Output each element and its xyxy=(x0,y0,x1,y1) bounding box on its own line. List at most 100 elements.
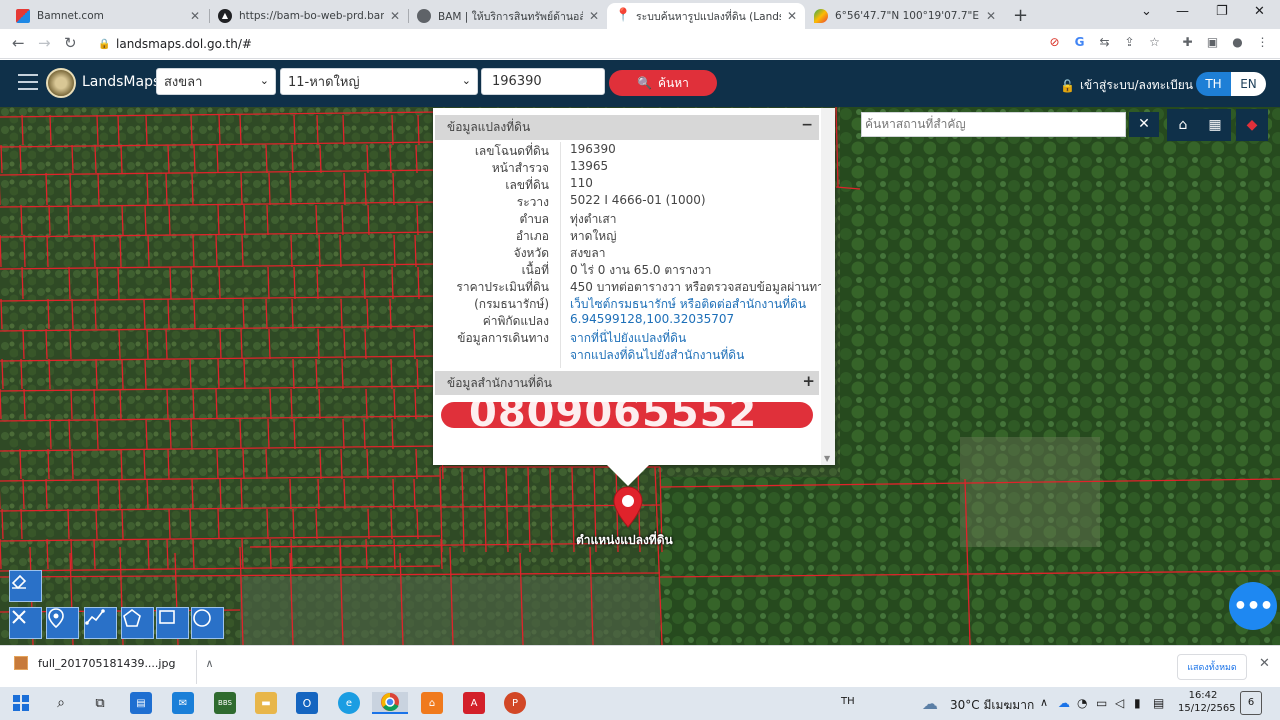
login-link[interactable]: 🔓 เข้าสู่ระบบ/ลงทะเบียน xyxy=(1060,76,1193,95)
province-select[interactable]: สงขลา ⌄ xyxy=(156,68,276,95)
new-tab-button[interactable]: + xyxy=(1013,5,1028,26)
rectangle-tool-icon[interactable] xyxy=(156,607,189,639)
lang-en-button[interactable]: EN xyxy=(1231,72,1266,96)
info-row-province: จังหวัด สงขลา xyxy=(433,244,819,261)
coordinates-link[interactable]: 6.94599128,100.32035707 xyxy=(570,312,734,326)
extensions-puzzle-icon[interactable]: ✚ xyxy=(1180,35,1195,49)
share-icon[interactable]: ⇪ xyxy=(1122,35,1137,49)
notification-center-icon[interactable]: 6 xyxy=(1240,691,1262,715)
district-select[interactable]: 11-หาดใหญ่ ⌄ xyxy=(280,68,478,95)
panel-scrollbar[interactable]: ▼ xyxy=(821,108,835,465)
deed-number-input[interactable]: 196390 xyxy=(481,68,605,95)
close-window-button[interactable]: ✕ xyxy=(1254,4,1265,19)
chevron-up-icon[interactable]: ∧ xyxy=(205,657,213,670)
layers-icon[interactable]: ◆ xyxy=(1236,109,1268,141)
tab-search-chevron-icon[interactable]: ⌄ xyxy=(1141,4,1152,19)
forward-arrow-icon[interactable]: → xyxy=(38,34,51,52)
place-search-input[interactable]: ค้นหาสถานที่สำคัญ xyxy=(861,112,1126,137)
close-tab-icon[interactable]: ✕ xyxy=(986,9,996,23)
image-file-icon xyxy=(14,656,28,670)
show-all-downloads-button[interactable]: แสดงทั้งหมด xyxy=(1177,654,1247,680)
info-row-directions: ข้อมูลการเดินทาง จากที่นี่ไปยังแปลงที่ดิน xyxy=(433,329,819,346)
pin-label: ตำแหน่งแปลงที่ดิน xyxy=(576,533,673,547)
minus-icon[interactable]: − xyxy=(801,117,813,133)
reload-icon[interactable]: ↻ xyxy=(64,34,77,52)
profile-avatar-icon[interactable]: ● xyxy=(1230,35,1245,49)
plus-icon[interactable]: + xyxy=(802,372,815,390)
powerpoint-icon[interactable]: P xyxy=(504,692,526,714)
edge-icon[interactable]: e xyxy=(338,692,360,714)
close-tab-icon[interactable]: ✕ xyxy=(390,9,400,23)
side-panel-icon[interactable]: ▣ xyxy=(1205,35,1220,49)
acrobat-icon[interactable]: A xyxy=(463,692,485,714)
home-app-icon[interactable]: ⌂ xyxy=(421,692,443,714)
circle-tool-icon[interactable] xyxy=(191,607,224,639)
translate-icon[interactable]: ⇆ xyxy=(1097,35,1112,49)
grid-icon[interactable]: ▦ xyxy=(1199,109,1231,141)
marker-tool-icon[interactable] xyxy=(46,607,79,639)
volume-icon[interactable]: ◁ xyxy=(1115,696,1124,710)
tab-title: https://bam-bo-web-prd.bam.co xyxy=(239,10,384,22)
input-language[interactable]: TH xyxy=(841,696,855,707)
extension-toolbar: ⊘ G ⇆ ⇪ ☆ ✚ ▣ ● ⋮ xyxy=(1047,35,1270,49)
close-tab-icon[interactable]: ✕ xyxy=(787,9,797,23)
search-button-label: ค้นหา xyxy=(658,75,689,90)
chevron-down-icon: ⌄ xyxy=(461,74,471,87)
address-bar[interactable]: 🔒 landsmaps.dol.go.th/# xyxy=(92,32,1032,56)
directions-to-office-link[interactable]: จากแปลงที่ดินไปยังสำนักงานที่ดิน xyxy=(570,346,744,365)
search-icon[interactable]: ⌕ xyxy=(50,692,72,714)
bookmark-star-icon[interactable]: ☆ xyxy=(1147,35,1162,49)
task-view-icon[interactable]: ⧉ xyxy=(89,692,111,714)
measure-tools-icon[interactable] xyxy=(9,607,42,639)
browser-tab[interactable]: 6°56'47.7"N 100°19'07.7"E - Goo ✕ xyxy=(806,3,1004,29)
chrome-taskbar-icon[interactable] xyxy=(372,692,408,714)
login-link-label: เข้าสู่ระบบ/ลงทะเบียน xyxy=(1079,78,1194,92)
hamburger-menu-icon[interactable] xyxy=(18,74,38,95)
back-arrow-icon[interactable]: ← xyxy=(12,34,25,52)
map-view[interactable]: ค้นหาสถานที่สำคัญ ✕ ⌂ ▦ ◆ ข้อมูลแปลงที่ด… xyxy=(0,107,1280,645)
maximize-button[interactable]: ❐ xyxy=(1216,4,1228,19)
clear-search-icon[interactable]: ✕ xyxy=(1129,112,1159,137)
chevron-up-icon[interactable]: ∧ xyxy=(1040,696,1048,709)
browser-tab-active[interactable]: 📍 ระบบค้นหารูปแปลงที่ดิน (LandsMaps ✕ xyxy=(607,3,805,29)
polygon-tool-icon[interactable] xyxy=(121,607,154,639)
parcel-info-header[interactable]: ข้อมูลแปลงที่ดิน − xyxy=(435,115,819,140)
printer-icon[interactable]: ▤ xyxy=(1153,696,1164,710)
close-download-bar-icon[interactable]: ✕ xyxy=(1259,656,1270,671)
wifi-icon[interactable]: ◔ xyxy=(1077,696,1087,710)
weather-text[interactable]: 30°C มีเมฆมาก xyxy=(950,696,1034,715)
scroll-down-icon[interactable]: ▼ xyxy=(824,454,830,463)
browser-tab[interactable]: Bamnet.com ✕ xyxy=(8,3,208,29)
tab-title: ระบบค้นหารูปแปลงที่ดิน (LandsMaps xyxy=(636,10,781,23)
lang-th-button[interactable]: TH xyxy=(1196,72,1231,96)
bamnet-favicon-icon xyxy=(16,9,30,23)
minimize-button[interactable]: — xyxy=(1176,4,1189,19)
system-clock[interactable]: 16:42 15/12/2565 xyxy=(1178,689,1236,715)
google-icon[interactable]: G xyxy=(1072,35,1087,49)
place-search-placeholder: ค้นหาสถานที่สำคัญ xyxy=(865,117,966,131)
eraser-icon[interactable] xyxy=(9,570,42,602)
windows-start-icon[interactable] xyxy=(10,692,32,714)
blocked-icon[interactable]: ⊘ xyxy=(1047,35,1062,49)
polyline-tool-icon[interactable] xyxy=(84,607,117,639)
bbs-app-icon[interactable]: BBS xyxy=(214,692,236,714)
onedrive-icon[interactable]: ☁ xyxy=(1058,696,1070,710)
file-explorer-icon[interactable]: ▬ xyxy=(255,692,277,714)
more-options-button[interactable]: ••• xyxy=(1229,582,1277,630)
row-value: 13965 xyxy=(570,159,609,173)
battery-icon[interactable]: ▮ xyxy=(1134,696,1141,710)
download-item[interactable]: full_201705181439....jpg ∧ xyxy=(14,656,214,670)
monitor-icon[interactable]: ▭ xyxy=(1096,696,1107,710)
search-button[interactable]: 🔍 ค้นหา xyxy=(609,70,717,96)
outlook-icon[interactable]: O xyxy=(296,692,318,714)
close-tab-icon[interactable]: ✕ xyxy=(190,9,200,23)
close-tab-icon[interactable]: ✕ xyxy=(589,9,599,23)
mail-icon[interactable]: ✉ xyxy=(172,692,194,714)
browser-tab[interactable]: BAM | ให้บริการสินทรัพย์ด้านอสังหาริ ✕ xyxy=(409,3,607,29)
store-icon[interactable]: ▤ xyxy=(130,692,152,714)
phone-watermark: 0809065552 xyxy=(469,390,758,436)
browser-tab[interactable]: ▲ https://bam-bo-web-prd.bam.co ✕ xyxy=(210,3,408,29)
home-icon[interactable]: ⌂ xyxy=(1167,109,1199,141)
chrome-menu-icon[interactable]: ⋮ xyxy=(1255,35,1270,49)
url-text: landsmaps.dol.go.th/# xyxy=(116,37,252,51)
